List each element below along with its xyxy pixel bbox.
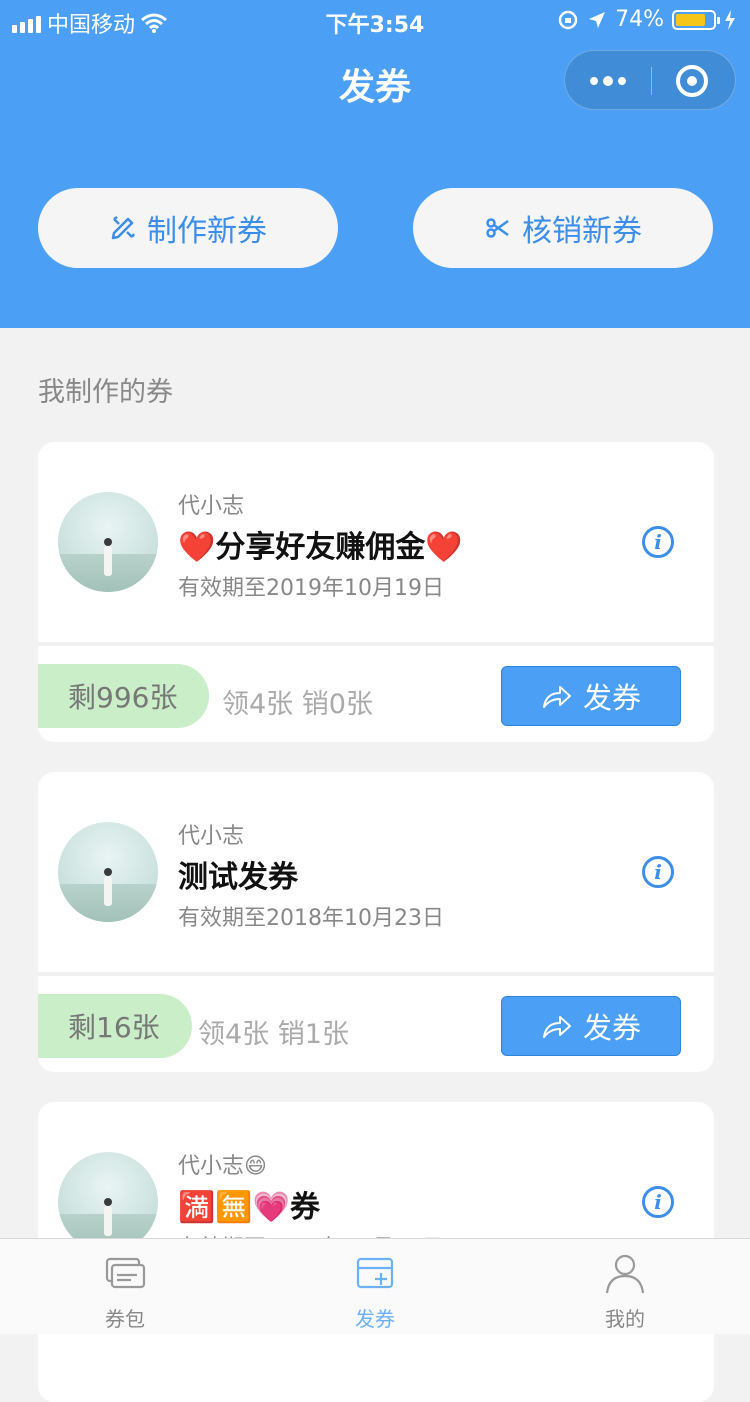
claimed-count: 领4张	[222, 689, 294, 720]
coupon-title: 测试发券	[178, 860, 298, 895]
avatar	[58, 822, 158, 922]
section-title: 我制作的券	[38, 377, 173, 408]
claimed-count: 领4张	[198, 1019, 270, 1050]
issue-coupon-button[interactable]: 发券	[501, 996, 681, 1056]
battery-percent: 74%	[615, 7, 664, 32]
redeemed-count: 销0张	[301, 689, 373, 720]
info-icon[interactable]: i	[642, 526, 674, 558]
scissors-icon	[486, 218, 509, 238]
tab-bar: 券包 发券 我的	[0, 1238, 750, 1334]
info-icon[interactable]: i	[642, 856, 674, 888]
coupon-stats: 领4张 销0张	[222, 682, 373, 721]
tab-profile[interactable]: 我的	[500, 1239, 750, 1335]
issue-coupon-label: 发券	[582, 1011, 641, 1045]
redeemed-count: 销1张	[277, 1019, 349, 1050]
coupon-validity: 有效期至2018年10月23日	[178, 906, 444, 931]
tab-label: 我的	[605, 1307, 645, 1331]
rotation-lock-icon	[558, 10, 578, 29]
coupon-stats: 领4张 销1张	[198, 1012, 349, 1051]
add-coupon-icon	[356, 1257, 394, 1289]
coupon-author: 代小志😄	[178, 1154, 267, 1179]
battery-icon	[672, 9, 720, 30]
pencil-ruler-icon	[111, 215, 136, 240]
coupon-author: 代小志	[178, 824, 245, 849]
avatar	[58, 1152, 158, 1252]
coupon-author: 代小志	[178, 494, 245, 519]
tab-issue-coupon[interactable]: 发券	[250, 1239, 500, 1335]
status-bar: 中国移动 下午3:54 74%	[0, 0, 750, 40]
coupon-card[interactable]: 代小志 ❤️分享好友赚佣金❤️ 有效期至2019年10月19日 i 剩996张 …	[38, 442, 714, 742]
wallet-icon	[105, 1257, 146, 1289]
charging-icon	[725, 9, 735, 30]
create-coupon-label: 制作新券	[147, 214, 267, 249]
remaining-badge: 剩16张	[38, 994, 192, 1058]
issue-coupon-label: 发券	[582, 681, 641, 715]
close-target-icon[interactable]	[676, 65, 708, 97]
share-arrow-icon	[542, 686, 571, 708]
coupon-card[interactable]: 代小志 测试发券 有效期至2018年10月23日 i 剩16张 领4张 销1张 …	[38, 772, 714, 1072]
header: 中国移动 下午3:54 74% 发券 制作新券 核销新券	[0, 0, 750, 328]
miniprogram-capsule	[564, 50, 736, 110]
verify-coupon-label: 核销新券	[522, 214, 642, 249]
tab-label: 发券	[355, 1307, 395, 1331]
create-coupon-button[interactable]: 制作新券	[38, 188, 338, 268]
tab-coupon-wallet[interactable]: 券包	[0, 1239, 250, 1335]
avatar	[58, 492, 158, 592]
share-arrow-icon	[542, 1016, 571, 1038]
coupon-validity: 有效期至2019年10月19日	[178, 576, 444, 601]
coupon-title: ❤️分享好友赚佣金❤️	[178, 530, 463, 565]
coupon-title: 🈵🈚💗券	[178, 1190, 321, 1225]
verify-coupon-button[interactable]: 核销新券	[413, 188, 713, 268]
info-icon[interactable]: i	[642, 1186, 674, 1218]
remaining-badge: 剩996张	[38, 664, 210, 728]
more-icon[interactable]	[565, 51, 651, 111]
location-icon	[589, 11, 606, 28]
issue-coupon-button[interactable]: 发券	[501, 666, 681, 726]
tab-label: 券包	[105, 1307, 145, 1331]
user-icon	[605, 1254, 645, 1294]
